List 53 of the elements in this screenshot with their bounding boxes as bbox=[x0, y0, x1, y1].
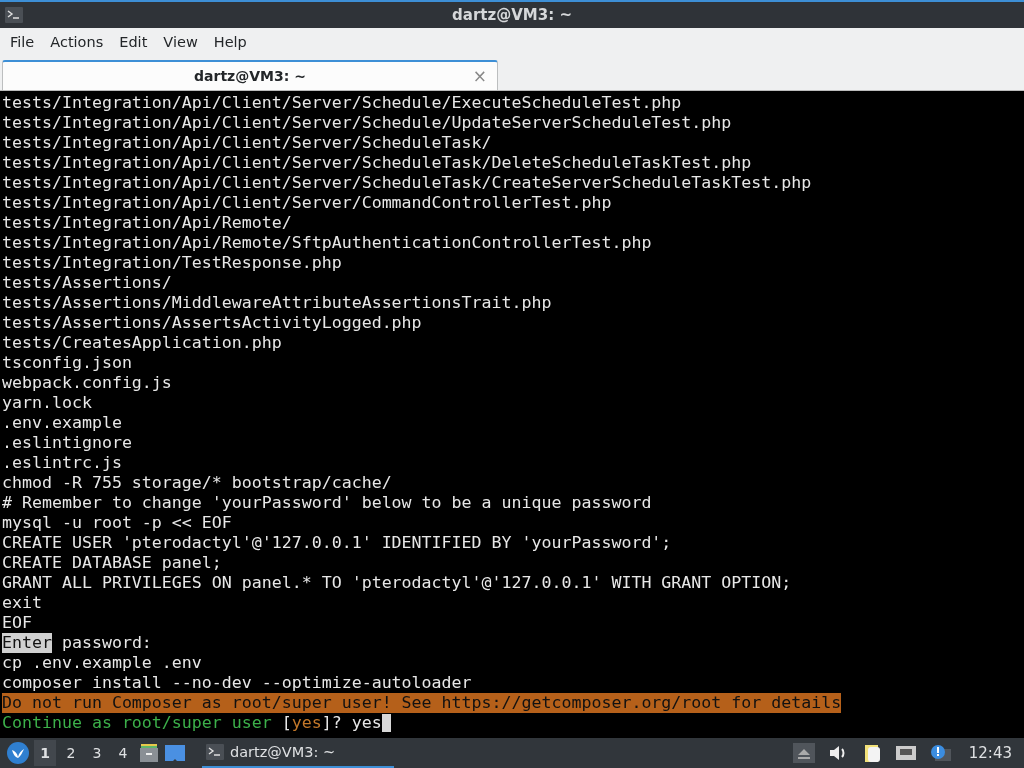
close-icon[interactable]: × bbox=[472, 66, 487, 86]
terminal-line: tests/Integration/Api/Client/Server/CommandControllerTest.php bbox=[2, 193, 612, 213]
terminal-line: CREATE USER 'pterodactyl'@'127.0.0.1' IDENTIFIED BY 'yourPassword'; bbox=[2, 533, 672, 553]
terminal-line: GRANT ALL PRIVILEGES ON panel.* TO 'pterodactyl'@'127.0.0.1' WITH GRANT OPTION; bbox=[2, 573, 792, 593]
terminal-line: tests/Integration/Api/Client/Server/Schedule/UpdateServerScheduleTest.php bbox=[2, 113, 732, 133]
terminal-line: tests/Integration/Api/Client/Server/ScheduleTask/CreateServerScheduleTaskTest.php bbox=[2, 173, 812, 193]
terminal-line: tests/Integration/Api/Client/Server/Schedule/ExecuteScheduleTest.php bbox=[2, 93, 682, 113]
task-button[interactable]: dartz@VM3: ~ bbox=[202, 738, 394, 768]
file-cabinet-icon[interactable] bbox=[138, 742, 160, 764]
menu-item[interactable]: Help bbox=[205, 34, 255, 50]
terminal-line: webpack.config.js bbox=[2, 373, 172, 393]
terminal-icon bbox=[5, 7, 23, 23]
terminal-line: tests/Integration/Api/Client/Server/ScheduleTask/DeleteScheduleTaskTest.php bbox=[2, 153, 752, 173]
workspace-button[interactable]: 4 bbox=[112, 740, 134, 766]
workspace-button[interactable]: 3 bbox=[86, 740, 108, 766]
terminal-line: exit bbox=[2, 593, 42, 613]
notification-icon[interactable] bbox=[928, 743, 951, 763]
terminal-line: tests/Assertions/ bbox=[2, 273, 172, 293]
menu-item[interactable]: File bbox=[2, 34, 43, 50]
terminal-line: chmod -R 755 storage/* bootstrap/cache/ bbox=[2, 473, 392, 493]
terminal-line: mysql -u root -p << EOF bbox=[2, 513, 232, 533]
terminal-line: tests/Integration/Api/Remote/SftpAuthenticationControllerTest.php bbox=[2, 233, 652, 253]
terminal-line: cp .env.example .env bbox=[2, 653, 202, 673]
menu-item[interactable]: Edit bbox=[111, 34, 156, 50]
app-menu-icon[interactable] bbox=[6, 741, 30, 765]
eject-icon[interactable] bbox=[792, 743, 815, 763]
terminal-line: tests/Integration/Api/Remote/ bbox=[2, 213, 292, 233]
terminal-line: tests/Integration/TestResponse.php bbox=[2, 253, 342, 273]
terminal-line: tsconfig.json bbox=[2, 353, 132, 373]
terminal-line: composer install --no-dev --optimize-autoloader bbox=[2, 673, 472, 693]
clock: 12:43 bbox=[968, 744, 1012, 762]
terminal-line: CREATE DATABASE panel; bbox=[2, 553, 222, 573]
terminal-line: .eslintignore bbox=[2, 433, 132, 453]
terminal-icon bbox=[206, 744, 224, 760]
terminal-line: Continue as root/super user [yes]? yes bbox=[2, 713, 391, 733]
terminal-line: tests/CreatesApplication.php bbox=[2, 333, 282, 353]
terminal-line: tests/Assertions/AssertsActivityLogged.php bbox=[2, 313, 422, 333]
terminal-line: .env.example bbox=[2, 413, 122, 433]
terminal-line: # Remember to change 'yourPassword' below to be a unique password bbox=[2, 493, 652, 513]
terminal-line: tests/Assertions/MiddlewareAttributeAssertionsTrait.php bbox=[2, 293, 552, 313]
desktop-icon[interactable] bbox=[164, 743, 186, 763]
terminal-line: EOF bbox=[2, 613, 32, 633]
terminal-line: .eslintrc.js bbox=[2, 453, 122, 473]
workspace-button[interactable]: 2 bbox=[60, 740, 82, 766]
menu-item[interactable]: Actions bbox=[42, 34, 112, 50]
terminal-line: tests/Integration/Api/Client/Server/ScheduleTask/ bbox=[2, 133, 492, 153]
terminal-line: yarn.lock bbox=[2, 393, 92, 413]
terminal-line: Enter password: bbox=[2, 633, 152, 653]
workspace-button[interactable]: 1 bbox=[34, 740, 56, 766]
menu-item[interactable]: View bbox=[155, 34, 206, 50]
terminal-tab[interactable]: dartz@VM3: ~ × bbox=[2, 60, 498, 90]
network-icon[interactable] bbox=[894, 743, 917, 763]
window-title: dartz@VM3: ~ bbox=[452, 6, 573, 24]
